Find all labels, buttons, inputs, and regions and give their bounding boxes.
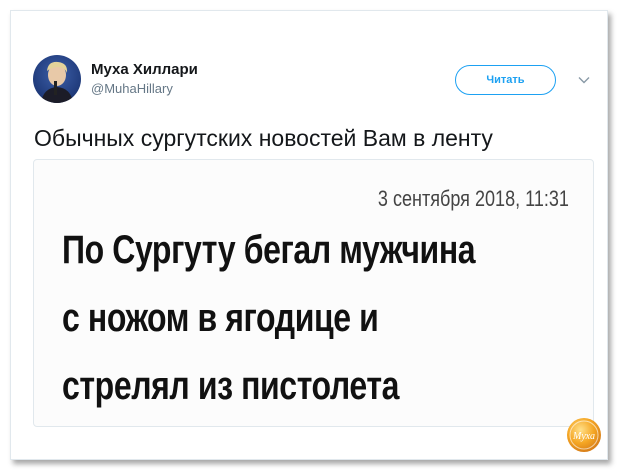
watermark-text: Муха: [572, 431, 595, 442]
media-card[interactable]: 3 сентября 2018, 11:31 По Сургуту бегал …: [33, 159, 594, 427]
article-date: 3 сентября 2018, 11:31: [377, 186, 569, 211]
avatar[interactable]: [33, 55, 81, 103]
headline-line: стрелял из пистолета: [62, 364, 400, 408]
follow-button[interactable]: Читать: [455, 65, 556, 95]
tweet-card: Муха Хиллари @MuhaHillary Читать Обычных…: [10, 10, 608, 460]
watermark-logo: Муха: [566, 417, 602, 453]
headline-line: с ножом в ягодице и: [62, 296, 379, 340]
headline-line: По Сургуту бегал мужчина: [62, 228, 476, 272]
tweet-text: Обычных сургутских новостей Вам в ленту: [34, 125, 493, 151]
user-handle[interactable]: @MuhaHillary: [91, 81, 173, 96]
chevron-down-icon[interactable]: [577, 73, 591, 87]
display-name[interactable]: Муха Хиллари: [91, 61, 198, 78]
